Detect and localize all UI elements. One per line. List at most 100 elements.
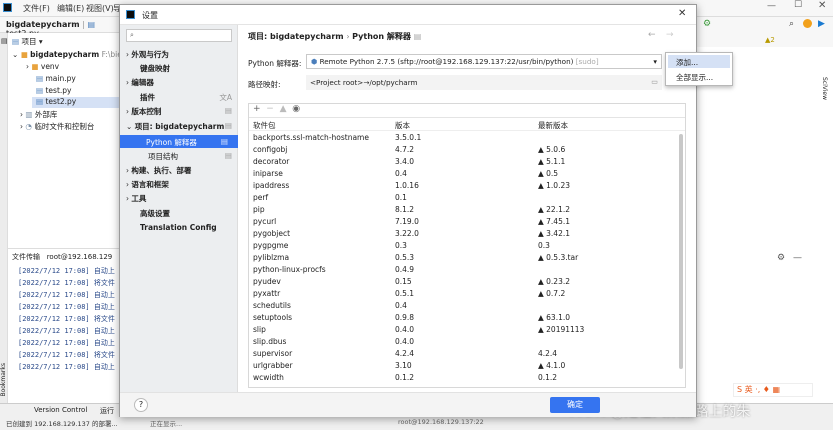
table-row[interactable]: configobj 4.7.2 ▲ 5.0.6 <box>249 144 685 156</box>
interpreter-select[interactable]: ⬢ Remote Python 2.7.5 (sftp://root@192.1… <box>306 54 662 69</box>
table-row[interactable]: pip 8.1.2 ▲ 22.1.2 <box>249 204 685 216</box>
tree-item-main[interactable]: ▤ main.py <box>36 74 76 85</box>
upgrade-icon[interactable]: ▲ <box>277 104 287 114</box>
sidebar-item-label: 编辑器 <box>131 78 154 87</box>
table-row[interactable]: pyliblzma 0.5.3 ▲ 0.5.3.tar <box>249 252 685 264</box>
chevron-right-icon[interactable]: › <box>26 62 29 71</box>
table-row[interactable]: supervisor 4.2.4 4.2.4 <box>249 348 685 360</box>
tab-run[interactable]: 运行 <box>100 406 114 416</box>
add-icon[interactable]: + <box>253 104 261 114</box>
chevron-down-icon[interactable]: ▾ <box>39 37 43 46</box>
table-row[interactable]: urlgrabber 3.10 ▲ 4.1.0 <box>249 360 685 372</box>
sidebar-item-keymap[interactable]: 键盘映射 <box>140 63 170 75</box>
minimize-icon[interactable]: — <box>767 1 776 11</box>
sidebar-item-build[interactable]: › 构建、执行、部署 <box>126 165 191 177</box>
popup-item-show-all[interactable]: 全部显示... <box>668 70 730 83</box>
path-mapping-field[interactable]: <Project root>→/opt/pycharm ▭ <box>306 75 662 90</box>
tab-version-control[interactable]: Version Control <box>34 406 87 414</box>
back-arrow-icon[interactable]: ← <box>648 30 656 40</box>
ok-button[interactable]: 确定 <box>550 397 600 413</box>
folder-icon[interactable]: ▭ <box>651 77 658 86</box>
help-button[interactable]: ? <box>134 398 148 412</box>
breadcrumb-project[interactable]: bigdatepycharm <box>6 20 80 29</box>
table-row[interactable]: decorator 3.4.0 ▲ 5.1.1 <box>249 156 685 168</box>
table-row[interactable]: pyxattr 0.5.1 ▲ 0.7.2 <box>249 288 685 300</box>
library-icon: ▥ <box>25 110 33 119</box>
sciview-label[interactable]: SciView <box>821 77 828 100</box>
table-row[interactable]: pygobject 3.22.0 ▲ 3.42.1 <box>249 228 685 240</box>
table-row[interactable]: pygpgme 0.3 0.3 <box>249 240 685 252</box>
search-everywhere-icon[interactable]: ⌕ <box>789 19 794 29</box>
remove-icon[interactable]: − <box>263 104 274 114</box>
sidebar-item-appearance[interactable]: › 外观与行为 <box>126 49 169 61</box>
table-row[interactable]: pycurl 7.19.0 ▲ 7.45.1 <box>249 216 685 228</box>
sidebar-item-languages[interactable]: › 语言和框架 <box>126 179 169 191</box>
col-package[interactable]: 软件包 <box>253 120 276 131</box>
scrollbar[interactable] <box>679 134 683 369</box>
eye-icon[interactable]: ◉ <box>289 104 300 114</box>
table-row[interactable]: backports.ssl-match-hostname 3.5.0.1 <box>249 132 685 144</box>
sidebar-item-plugins[interactable]: 插件 文A <box>140 92 232 104</box>
menu-view[interactable]: 视图(V) <box>86 3 114 14</box>
bookmarks-label[interactable]: Bookmarks <box>0 363 7 397</box>
tree-item-venv[interactable]: › ■ venv <box>26 62 59 73</box>
sidebar-item-advanced[interactable]: 高级设置 <box>140 208 170 220</box>
table-row[interactable]: slip 0.4.0 ▲ 20191113 <box>249 324 685 336</box>
project-scope-icon: ▤ <box>224 151 232 160</box>
gear-icon[interactable]: ⚙ <box>777 253 785 263</box>
package-version: 8.1.2 <box>395 205 415 214</box>
table-row[interactable]: setuptools 0.9.8 ▲ 63.1.0 <box>249 312 685 324</box>
table-row[interactable]: schedutils 0.4 <box>249 300 685 312</box>
table-row[interactable]: perf 0.1 <box>249 192 685 204</box>
jetbrains-icon[interactable]: ▶ <box>818 19 825 29</box>
table-row[interactable]: python-linux-procfs 0.4.9 <box>249 264 685 276</box>
sidebar-item-translation[interactable]: Translation Config <box>140 223 217 235</box>
update-icon[interactable] <box>803 19 812 28</box>
run-icon[interactable]: ⚙ <box>703 19 711 29</box>
forward-arrow-icon[interactable]: → <box>666 30 674 40</box>
project-tool-icon[interactable]: ▤ <box>1 37 8 45</box>
chevron-right-icon[interactable]: › <box>20 122 23 131</box>
warning-count[interactable]: ▲2 <box>765 36 775 44</box>
chevron-down-icon[interactable]: ⌄ <box>12 50 18 59</box>
tree-item-test[interactable]: ▤ test.py <box>36 86 71 97</box>
menu-edit[interactable]: 编辑(E) <box>57 3 84 14</box>
sidebar-item-tools[interactable]: › 工具 <box>126 193 146 205</box>
package-latest: 4.2.4 <box>538 349 558 358</box>
sidebar-item-editor[interactable]: › 编辑器 <box>126 77 154 89</box>
table-row[interactable]: ipaddress 1.0.16 ▲ 1.0.23 <box>249 180 685 192</box>
project-label[interactable]: 项目 <box>21 37 36 46</box>
tree-item-scratches[interactable]: › ◔ 临时文件和控制台 <box>20 121 94 132</box>
package-name: pygpgme <box>253 241 289 250</box>
ime-toolbar[interactable]: S 英 ·, ♦ ▦ <box>733 383 813 397</box>
table-row[interactable]: wcwidth 0.1.2 0.1.2 <box>249 372 685 384</box>
table-row[interactable]: iniparse 0.4 ▲ 0.5 <box>249 168 685 180</box>
package-version: 0.4 <box>395 169 407 178</box>
package-version: 3.4.0 <box>395 157 415 166</box>
tab-remote-host[interactable]: root@192.168.129 <box>47 253 113 261</box>
chevron-right-icon[interactable]: › <box>20 110 23 119</box>
maximize-icon[interactable]: ☐ <box>794 0 802 10</box>
menu-file[interactable]: 文件(F) <box>23 3 50 14</box>
tree-item-test2[interactable]: ▤ test2.py <box>32 97 125 108</box>
table-row[interactable]: slip.dbus 0.4.0 <box>249 336 685 348</box>
tab-file-transfer[interactable]: 文件传输 <box>12 253 40 261</box>
package-latest: 0.1.2 <box>538 373 558 382</box>
table-row[interactable]: pyudev 0.15 ▲ 0.23.2 <box>249 276 685 288</box>
col-version[interactable]: 版本 <box>395 120 410 131</box>
sidebar-item-project[interactable]: ⌄ 项目: bigdatepycharm ▤ <box>126 121 232 133</box>
breadcrumb-project[interactable]: 项目: bigdatepycharm <box>248 32 344 41</box>
popup-item-add[interactable]: 添加... <box>668 55 730 68</box>
close-icon[interactable]: ✕ <box>678 8 686 19</box>
sidebar-item-vcs[interactable]: › 版本控制 ▤ <box>126 106 232 118</box>
window-close-icon[interactable]: ✕ <box>818 0 826 11</box>
minimize-panel-icon[interactable]: — <box>793 253 802 263</box>
tree-item-root[interactable]: ⌄ ■ bigdatepycharm F:\bie <box>12 50 122 61</box>
sidebar-item-project-structure[interactable]: 项目结构 ▤ <box>148 151 232 163</box>
sidebar-item-label: 键盘映射 <box>140 64 170 73</box>
tree-item-external-libs[interactable]: › ▥ 外部库 <box>20 109 57 120</box>
package-version: 0.1 <box>395 193 407 202</box>
col-latest[interactable]: 最新版本 <box>538 120 568 131</box>
search-input[interactable]: ⌕ <box>126 29 232 42</box>
sidebar-item-python-interpreter[interactable]: Python 解释器 ▤ <box>120 135 238 148</box>
